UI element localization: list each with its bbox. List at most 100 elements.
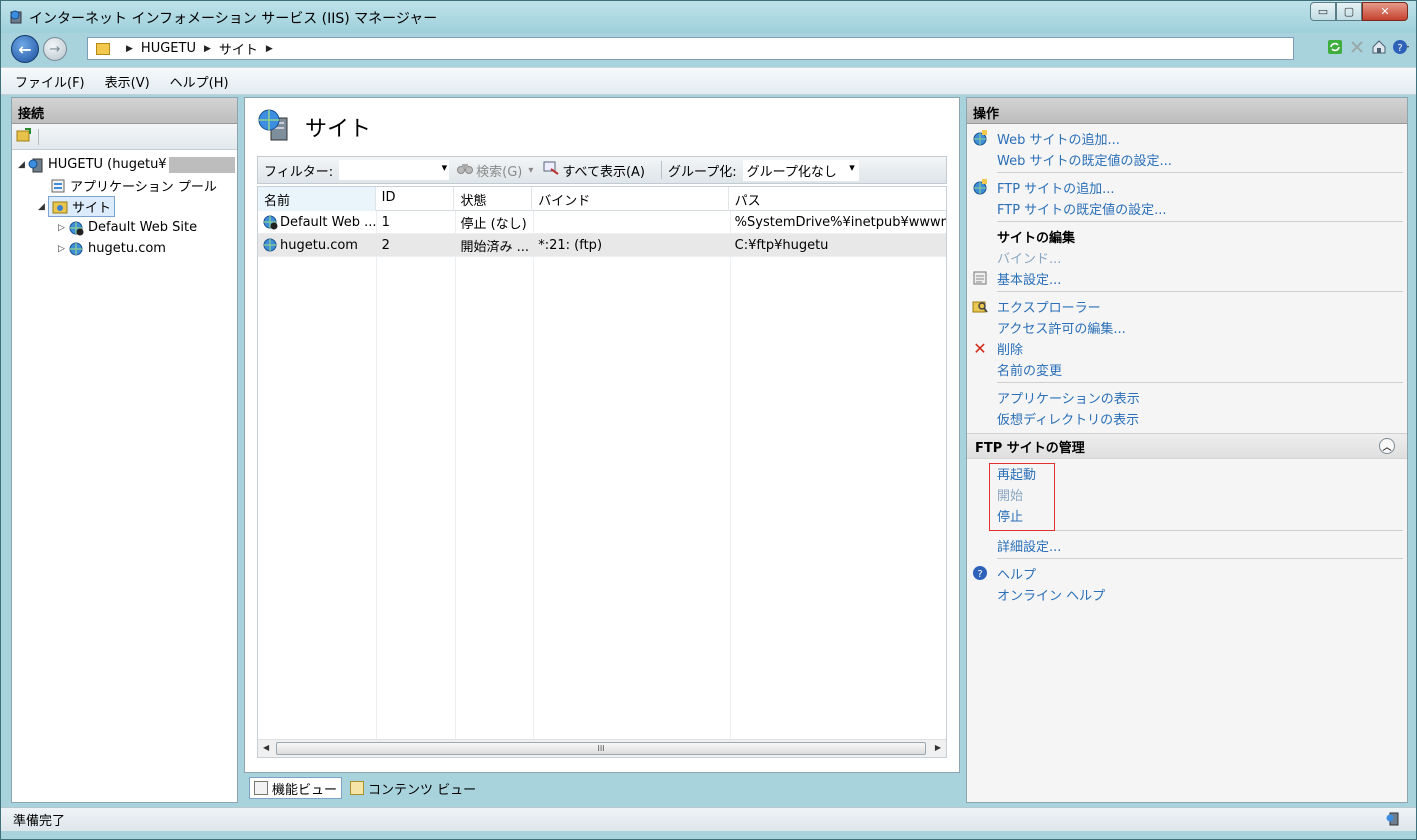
show-all-icon <box>543 161 559 179</box>
title-bar: インターネット インフォメーション サービス (IIS) マネージャー ▭ ▢ … <box>1 1 1416 33</box>
action-view-vdirs[interactable]: 仮想ディレクトリの表示 <box>967 408 1407 429</box>
column-label: 名前 <box>264 194 291 209</box>
divider <box>997 172 1403 173</box>
breadcrumb-arrow-icon[interactable]: ▶ <box>204 44 211 54</box>
expanded-arrow-icon[interactable]: ◢ <box>18 160 28 170</box>
column-label: パス <box>734 194 761 209</box>
sites-table: ^ 名前 ID 状態 バインド パス Default Web ... 1 停止 … <box>257 186 947 758</box>
action-label: 名前の変更 <box>997 364 1063 379</box>
breadcrumb-arrow-icon[interactable]: ▶ <box>126 44 133 54</box>
action-stop[interactable]: 停止 <box>967 505 1407 526</box>
forward-arrow-icon: → <box>49 41 61 57</box>
column-header-binding[interactable]: バインド <box>532 187 729 211</box>
scroll-thumb[interactable]: III <box>276 742 926 755</box>
address-bar[interactable]: ▶ HUGETU ▶ サイト ▶ <box>87 37 1294 60</box>
menu-bar: ファイル(F) 表示(V) ヘルプ(H) <box>1 67 1416 95</box>
cell-path: %SystemDrive%¥inetpub¥wwwroot <box>734 214 946 230</box>
action-label: FTP サイトの既定値の設定... <box>997 203 1167 218</box>
breadcrumb-server[interactable]: HUGETU <box>141 41 196 56</box>
tree-node-server[interactable]: ◢ HUGETU (hugetu¥ <box>12 154 237 175</box>
tree-node-default-site[interactable]: ▷ Default Web Site <box>12 217 237 238</box>
action-label: 削除 <box>997 343 1024 358</box>
sites-panel: サイト フィルター: 検索(G) ▾ すべて表示(A) グループ化: グループ化… <box>244 97 960 773</box>
group-by-select[interactable]: グループ化なし <box>742 159 859 181</box>
action-label: アプリケーションの表示 <box>997 392 1140 407</box>
action-restart[interactable]: 再起動 <box>967 463 1407 484</box>
menu-view[interactable]: 表示(V) <box>105 72 150 91</box>
column-label: バインド <box>538 194 591 209</box>
tab-features-view[interactable]: 機能ビュー <box>249 777 343 799</box>
column-divider <box>533 211 534 739</box>
help-icon[interactable]: ? <box>1392 38 1410 56</box>
menu-file[interactable]: ファイル(F) <box>15 72 85 91</box>
breadcrumb-arrow-icon[interactable]: ▶ <box>266 44 273 54</box>
connect-icon[interactable] <box>16 127 32 147</box>
server-icon <box>28 157 44 173</box>
table-row[interactable]: Default Web ... 1 停止 (なし) %SystemDrive%¥… <box>258 211 946 234</box>
expanded-arrow-icon[interactable]: ◢ <box>38 202 48 212</box>
cell-id: 2 <box>381 237 390 253</box>
search-dropdown-icon[interactable]: ▾ <box>528 165 533 176</box>
action-rename[interactable]: 名前の変更 <box>967 359 1407 380</box>
actions-list: Web サイトの追加... Web サイトの既定値の設定... FTP サイトの… <box>967 124 1407 605</box>
close-button[interactable]: ✕ <box>1362 2 1408 21</box>
action-bindings[interactable]: バインド... <box>967 247 1407 268</box>
scroll-left-icon[interactable]: ◀ <box>263 743 269 752</box>
horizontal-scrollbar[interactable]: ◀ III ▶ <box>258 739 946 757</box>
tree-node-app-pools[interactable]: アプリケーション プール <box>12 175 237 196</box>
action-label: Web サイトの追加... <box>997 133 1120 148</box>
action-add-website[interactable]: Web サイトの追加... <box>967 128 1407 149</box>
collapse-chevron-icon[interactable]: ︿ <box>1379 438 1395 454</box>
section-ftp-manage[interactable]: FTP サイトの管理 ︿ <box>967 433 1407 459</box>
column-header-path[interactable]: パス <box>729 187 946 211</box>
refresh-icon[interactable] <box>1326 38 1344 56</box>
add-site-globe-icon <box>972 179 988 195</box>
scroll-right-icon[interactable]: ▶ <box>935 743 941 752</box>
tree-node-sites[interactable]: ◢ サイト <box>12 196 237 217</box>
action-online-help[interactable]: オンライン ヘルプ <box>967 584 1407 605</box>
tree-label-default-site: Default Web Site <box>88 220 198 235</box>
tree-node-hugetu[interactable]: ▷ hugetu.com <box>12 238 237 259</box>
page-title-text: サイト <box>305 117 372 142</box>
action-add-ftp[interactable]: FTP サイトの追加... <box>967 177 1407 198</box>
back-button[interactable]: ← <box>11 35 39 63</box>
redacted-block <box>168 156 235 173</box>
column-divider <box>455 211 456 739</box>
action-basic-settings[interactable]: 基本設定... <box>967 268 1407 289</box>
app-pool-icon <box>50 178 66 194</box>
action-label: FTP サイトの追加... <box>997 182 1115 197</box>
action-web-defaults[interactable]: Web サイトの既定値の設定... <box>967 149 1407 170</box>
action-ftp-defaults[interactable]: FTP サイトの既定値の設定... <box>967 198 1407 219</box>
action-explore[interactable]: エクスプローラー <box>967 296 1407 317</box>
stop-icon[interactable] <box>1348 38 1366 56</box>
filter-label: フィルター: <box>264 164 334 180</box>
search-button[interactable]: 検索(G) ▾ <box>457 161 533 180</box>
maximize-button[interactable]: ▢ <box>1336 2 1362 21</box>
column-header-name[interactable]: ^ 名前 <box>258 187 376 211</box>
menu-help[interactable]: ヘルプ(H) <box>170 72 229 91</box>
action-label: アクセス許可の編集... <box>997 322 1126 337</box>
action-edit-permissions[interactable]: アクセス許可の編集... <box>967 317 1407 338</box>
column-header-status[interactable]: 状態 <box>454 187 533 211</box>
connections-panel: 接続 ◢ HUGETU (hugetu¥ アプリケーション プール ◢ サイト … <box>11 97 238 803</box>
column-label: ID <box>381 190 396 205</box>
globe-stopped-icon <box>262 214 278 230</box>
action-view-applications[interactable]: アプリケーションの表示 <box>967 387 1407 408</box>
forward-button[interactable]: → <box>43 37 67 61</box>
tab-content-view[interactable]: コンテンツ ビュー <box>346 777 480 799</box>
action-remove[interactable]: ✕ 削除 <box>967 338 1407 359</box>
collapsed-arrow-icon[interactable]: ▷ <box>58 223 68 233</box>
filter-input[interactable] <box>339 160 450 180</box>
divider <box>997 291 1403 292</box>
column-header-id[interactable]: ID <box>376 187 455 211</box>
table-row[interactable]: hugetu.com 2 開始済み ... *:21: (ftp) C:¥ftp… <box>258 234 946 257</box>
action-advanced-settings[interactable]: 詳細設定... <box>967 535 1407 556</box>
show-all-button[interactable]: すべて表示(A) <box>543 161 645 180</box>
action-help[interactable]: ? ヘルプ <box>967 563 1407 584</box>
action-start[interactable]: 開始 <box>967 484 1407 505</box>
action-label: 仮想ディレクトリの表示 <box>997 413 1140 428</box>
collapsed-arrow-icon[interactable]: ▷ <box>58 244 68 254</box>
home-icon[interactable] <box>1370 38 1388 56</box>
minimize-button[interactable]: ▭ <box>1310 2 1336 21</box>
breadcrumb-sites[interactable]: サイト <box>219 39 258 58</box>
